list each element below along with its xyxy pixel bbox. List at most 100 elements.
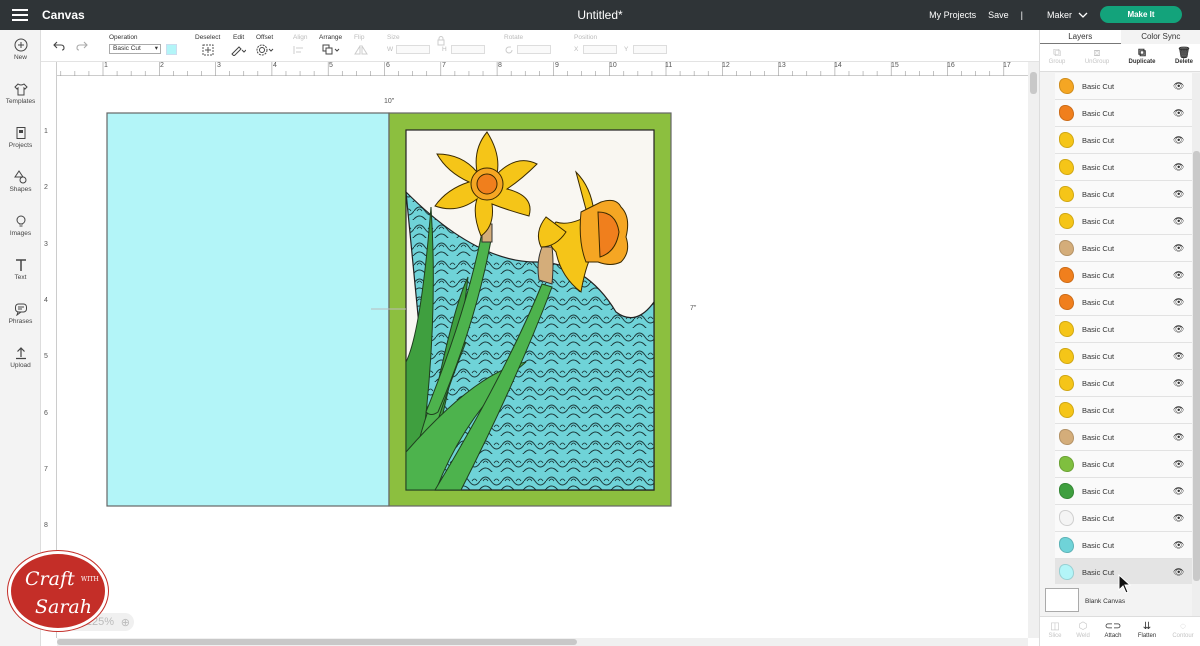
vertical-scrollbar[interactable]: [1028, 62, 1039, 638]
eye-icon[interactable]: 👁: [1173, 486, 1184, 497]
layer-row[interactable]: Basic Cut 👁: [1055, 343, 1195, 370]
layer-row[interactable]: Basic Cut 👁: [1055, 235, 1195, 262]
layer-row[interactable]: Basic Cut 👁: [1055, 100, 1195, 127]
layer-name: Basic Cut: [1082, 433, 1115, 442]
eye-icon[interactable]: 👁: [1173, 513, 1184, 524]
flatten-label: Flatten: [1137, 633, 1157, 639]
sidebar-item-projects[interactable]: Projects: [0, 126, 41, 149]
sidebar-item-shapes[interactable]: Shapes: [0, 170, 41, 193]
layer-row[interactable]: Basic Cut 👁: [1055, 397, 1195, 424]
eye-icon[interactable]: 👁: [1173, 297, 1184, 308]
eye-icon[interactable]: 👁: [1173, 108, 1184, 119]
flatten-button[interactable]: ⇊ Flatten: [1132, 621, 1162, 639]
ruler-mark: 3: [217, 62, 221, 69]
eye-icon[interactable]: 👁: [1173, 351, 1184, 362]
layer-thumbnail: [1059, 186, 1074, 202]
eye-icon[interactable]: 👁: [1173, 405, 1184, 416]
layer-row[interactable]: Basic Cut 👁: [1055, 73, 1195, 100]
blank-canvas-swatch[interactable]: [1045, 588, 1079, 612]
weld-label: Weld: [1076, 633, 1090, 639]
sidebar-label: Images: [9, 230, 32, 237]
sidebar-item-new[interactable]: New: [0, 38, 41, 61]
delete-button[interactable]: 🗑 Delete: [1167, 47, 1200, 65]
eye-icon[interactable]: 👁: [1173, 162, 1184, 173]
sidebar-label: Phrases: [8, 318, 33, 325]
sidebar-label: Text: [14, 274, 27, 281]
pen-icon[interactable]: [230, 44, 246, 56]
panel-scrollbar[interactable]: [1192, 73, 1200, 619]
edit-toolbar: Operation Basic Cut Deselect Edit Offset…: [41, 30, 1039, 62]
arrange-icon[interactable]: [322, 44, 340, 56]
card-design[interactable]: [106, 112, 706, 532]
tab-color-sync[interactable]: Color Sync: [1121, 30, 1200, 44]
eye-icon[interactable]: 👁: [1173, 432, 1184, 443]
eye-icon[interactable]: 👁: [1173, 81, 1184, 92]
layer-row[interactable]: Basic Cut 👁: [1055, 208, 1195, 235]
deselect-icon[interactable]: [202, 44, 214, 56]
layer-row[interactable]: Basic Cut 👁: [1055, 316, 1195, 343]
offset-icon[interactable]: [256, 44, 274, 56]
eye-icon[interactable]: 👁: [1173, 135, 1184, 146]
ruler-mark: 13: [778, 62, 786, 69]
position-x-field: [583, 45, 617, 54]
operation-color-swatch[interactable]: [166, 44, 177, 55]
design-canvas[interactable]: 10" 7": [57, 76, 1028, 638]
sidebar-item-text[interactable]: Text: [0, 258, 41, 281]
layer-row[interactable]: Basic Cut 👁: [1055, 262, 1195, 289]
sidebar-item-upload[interactable]: Upload: [0, 346, 41, 369]
scroll-thumb[interactable]: [1030, 72, 1037, 94]
contour-button[interactable]: ◌ Contour: [1168, 621, 1198, 639]
speech-bubble-icon: [14, 303, 27, 316]
sidebar-item-templates[interactable]: Templates: [0, 82, 41, 105]
layer-row[interactable]: Basic Cut 👁: [1055, 289, 1195, 316]
machine-select[interactable]: Maker: [1035, 10, 1088, 20]
zoom-in-icon[interactable]: ⊕: [121, 616, 130, 629]
horizontal-scrollbar[interactable]: [57, 638, 1028, 646]
layer-row[interactable]: Basic Cut 👁: [1055, 424, 1195, 451]
ruler-mark: 5: [329, 62, 333, 69]
layer-row[interactable]: Basic Cut 👁: [1055, 532, 1195, 559]
eye-icon[interactable]: 👁: [1173, 459, 1184, 470]
size-w-label: W: [387, 46, 394, 53]
layer-thumbnail: [1059, 537, 1074, 553]
duplicate-button[interactable]: ⧉ Duplicate: [1125, 47, 1159, 65]
scroll-thumb[interactable]: [1193, 151, 1200, 581]
eye-icon[interactable]: 👁: [1173, 378, 1184, 389]
group-button[interactable]: ⧉ Group: [1040, 47, 1074, 65]
sidebar-item-images[interactable]: Images: [0, 214, 41, 237]
slice-button[interactable]: ◫ Slice: [1040, 621, 1070, 639]
layer-row[interactable]: Basic Cut 👁: [1055, 370, 1195, 397]
operation-select[interactable]: Basic Cut: [109, 44, 161, 54]
layer-row[interactable]: Basic Cut 👁: [1055, 451, 1195, 478]
ungroup-button[interactable]: ⧈ UnGroup: [1080, 47, 1114, 65]
layer-row[interactable]: Basic Cut 👁: [1055, 181, 1195, 208]
eye-icon[interactable]: 👁: [1173, 324, 1184, 335]
sidebar-item-phrases[interactable]: Phrases: [0, 302, 41, 325]
attach-button[interactable]: ⊂⊃ Attach: [1098, 621, 1128, 639]
layer-row[interactable]: Basic Cut 👁: [1055, 478, 1195, 505]
eye-icon[interactable]: 👁: [1173, 270, 1184, 281]
my-projects-link[interactable]: My Projects: [929, 10, 976, 20]
eye-icon[interactable]: 👁: [1173, 189, 1184, 200]
scroll-thumb[interactable]: [57, 639, 577, 645]
pos-y-label: Y: [624, 46, 629, 53]
layer-name: Basic Cut: [1082, 82, 1115, 91]
eye-icon[interactable]: 👁: [1173, 567, 1184, 578]
layer-thumbnail: [1059, 321, 1074, 337]
save-link[interactable]: Save: [988, 10, 1009, 20]
layer-name: Basic Cut: [1082, 487, 1115, 496]
make-it-button[interactable]: Make It: [1100, 6, 1182, 23]
ruler-mark: 8: [44, 522, 48, 529]
weld-button[interactable]: ⬡ Weld: [1068, 621, 1098, 639]
layer-row[interactable]: Basic Cut 👁: [1055, 127, 1195, 154]
eye-icon[interactable]: 👁: [1173, 243, 1184, 254]
eye-icon[interactable]: 👁: [1173, 216, 1184, 227]
eye-icon[interactable]: 👁: [1173, 540, 1184, 551]
menu-icon[interactable]: [12, 9, 28, 21]
layer-row[interactable]: Basic Cut 👁: [1055, 154, 1195, 181]
redo-icon[interactable]: [76, 41, 88, 51]
layer-row[interactable]: Basic Cut 👁: [1055, 505, 1195, 532]
tab-layers[interactable]: Layers: [1040, 30, 1121, 44]
contour-label: Contour: [1172, 633, 1194, 639]
undo-icon[interactable]: [53, 41, 65, 51]
